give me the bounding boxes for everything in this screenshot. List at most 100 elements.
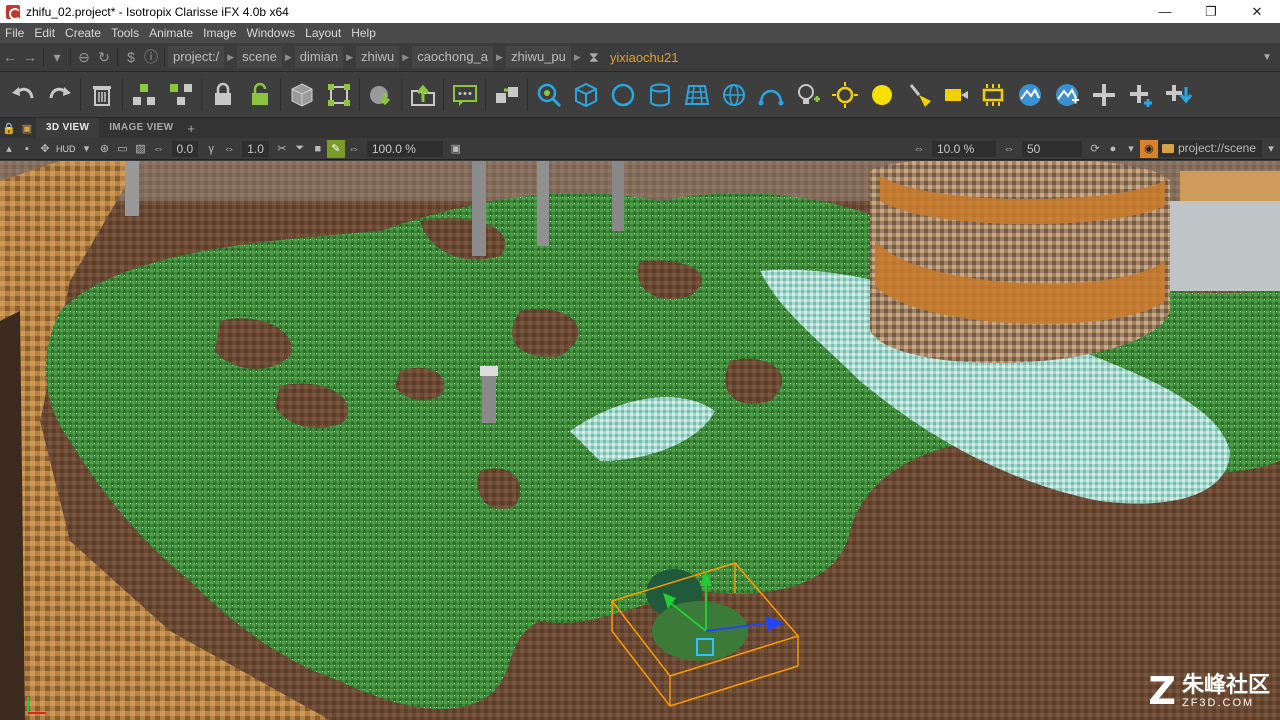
crumb-arrow-icon[interactable]: ▶ <box>346 52 353 63</box>
tools-icon[interactable]: ✂ <box>273 140 291 158</box>
lock-context-icon[interactable]: $ <box>121 49 141 65</box>
area-light-icon[interactable] <box>974 75 1011 115</box>
gamma-field[interactable]: 1.0 <box>242 140 269 157</box>
path-dropdown-icon[interactable]: ▼ <box>1262 52 1272 63</box>
shading-dropdown-icon[interactable]: ▾ <box>1122 140 1140 158</box>
crumb-arrow-icon[interactable]: ▶ <box>402 52 409 63</box>
crumb-arrow-icon[interactable]: ▶ <box>496 52 503 63</box>
maximize-button[interactable]: ❐ <box>1188 0 1234 23</box>
import-scene-icon[interactable] <box>362 75 399 115</box>
menu-animate[interactable]: Animate <box>144 23 198 43</box>
image-icon[interactable]: ▨ <box>132 140 150 158</box>
current-item[interactable]: yixiaochu21 <box>604 50 685 65</box>
panel-settings-icon[interactable]: ▣ <box>18 119 36 137</box>
save-view-icon[interactable]: ▪ <box>18 140 36 158</box>
close-button[interactable]: ✕ <box>1234 0 1280 23</box>
crumb-arrow-icon[interactable]: ▶ <box>574 52 581 63</box>
message-icon[interactable] <box>446 75 483 115</box>
curve-icon[interactable] <box>752 75 789 115</box>
sphere-icon[interactable] <box>604 75 641 115</box>
lock-icon[interactable] <box>204 75 241 115</box>
slider-handle-icon[interactable]: ⇔ <box>220 140 238 158</box>
move-tool-icon[interactable] <box>1085 75 1122 115</box>
unlock-icon[interactable] <box>241 75 278 115</box>
menu-edit[interactable]: Edit <box>29 23 60 43</box>
exposure-field[interactable]: 0.0 <box>171 140 199 157</box>
sun-light-icon[interactable] <box>826 75 863 115</box>
context-path[interactable]: project://scene <box>1157 140 1262 157</box>
light-add-icon[interactable] <box>789 75 826 115</box>
menu-layout[interactable]: Layout <box>300 23 346 43</box>
crumb-caochong[interactable]: caochong_a <box>412 46 494 68</box>
navigation-icon[interactable]: ✥ <box>36 140 54 158</box>
scatterer-search-icon[interactable] <box>530 75 567 115</box>
crumb-zhiwu[interactable]: zhiwu <box>356 46 400 68</box>
environment-light-icon[interactable] <box>1048 75 1085 115</box>
filter-icon[interactable]: ⏷ <box>291 140 309 158</box>
redo-icon[interactable] <box>41 75 78 115</box>
count-field[interactable]: 50 <box>1021 140 1082 157</box>
crumb-zhiwu-pu[interactable]: zhiwu_pu <box>505 46 571 68</box>
add-tab-button[interactable]: + <box>187 121 195 136</box>
snap-icon[interactable]: ✎ <box>326 139 345 158</box>
add-point-icon[interactable] <box>1122 75 1159 115</box>
hud-label[interactable]: HUD <box>56 144 76 154</box>
density-field[interactable]: 10.0 % <box>931 140 996 157</box>
undo-icon[interactable] <box>4 75 41 115</box>
menu-help[interactable]: Help <box>346 23 381 43</box>
camera-icon[interactable]: ■ <box>309 140 327 158</box>
menu-image[interactable]: Image <box>198 23 241 43</box>
cylinder-icon[interactable] <box>641 75 678 115</box>
tab-3d-view[interactable]: 3D VIEW <box>36 118 100 138</box>
sync-icon[interactable]: ⊖ <box>74 49 94 66</box>
point-light-icon[interactable] <box>863 75 900 115</box>
gi-light-icon[interactable] <box>1011 75 1048 115</box>
tab-image-view[interactable]: IMAGE VIEW <box>99 118 183 138</box>
zoom-field[interactable]: 100.0 % <box>366 140 443 157</box>
slider-handle-icon[interactable]: ⇔ <box>150 140 168 158</box>
crumb-scene[interactable]: scene <box>237 46 282 68</box>
distant-light-icon[interactable] <box>937 75 974 115</box>
box-icon[interactable] <box>283 75 320 115</box>
slider-handle-icon[interactable]: ⇔ <box>1000 140 1018 158</box>
crumb-dimian[interactable]: dimian <box>294 46 344 68</box>
menu-windows[interactable]: Windows <box>241 23 300 43</box>
menu-create[interactable]: Create <box>60 23 106 43</box>
panel-lock-icon[interactable]: 🔒 <box>0 119 18 137</box>
3d-viewport[interactable]: Z 朱峰社区 ZF3D.COM <box>0 161 1280 720</box>
gamma-icon[interactable]: γ <box>202 140 220 158</box>
back-arrow-icon[interactable]: ← <box>0 49 20 65</box>
display-mode-icon[interactable]: ⊛ <box>96 140 114 158</box>
crumb-project[interactable]: project:/ <box>168 46 225 68</box>
grid-icon[interactable] <box>678 75 715 115</box>
minimize-button[interactable]: — <box>1142 0 1188 23</box>
refresh-icon[interactable]: ↻ <box>94 49 114 66</box>
spot-light-icon[interactable] <box>900 75 937 115</box>
history-dropdown-icon[interactable]: ▾ <box>47 49 67 66</box>
visibility-eye-icon[interactable]: ◉ <box>1139 139 1158 158</box>
cube-icon[interactable] <box>567 75 604 115</box>
replace-icon[interactable] <box>488 75 525 115</box>
ungroup-icon[interactable] <box>162 75 199 115</box>
globe-icon[interactable] <box>715 75 752 115</box>
group-icon[interactable] <box>125 75 162 115</box>
info-icon[interactable]: ⓘ <box>141 47 161 67</box>
menu-tools[interactable]: Tools <box>106 23 144 43</box>
delete-icon[interactable] <box>83 75 120 115</box>
frame-icon[interactable]: ▣ <box>447 140 465 158</box>
open-folder-icon[interactable] <box>404 75 441 115</box>
shading-icon[interactable]: ● <box>1104 140 1122 158</box>
drop-point-icon[interactable] <box>1159 75 1196 115</box>
slider-handle-icon[interactable]: ⇔ <box>910 140 928 158</box>
context-dropdown-icon[interactable]: ▾ <box>1262 140 1280 158</box>
hud-dropdown-icon[interactable]: ▾ <box>78 140 96 158</box>
crumb-arrow-icon[interactable]: ▶ <box>285 52 292 63</box>
monitor-icon[interactable]: ▭ <box>114 140 132 158</box>
view-options-icon[interactable]: ▴ <box>0 140 18 158</box>
crumb-arrow-icon[interactable]: ▶ <box>227 52 234 63</box>
refresh-view-icon[interactable]: ⟳ <box>1086 140 1104 158</box>
forward-arrow-icon[interactable]: → <box>20 49 40 65</box>
slider-handle-icon[interactable]: ⇔ <box>345 140 363 158</box>
transform-icon[interactable] <box>320 75 357 115</box>
menu-file[interactable]: File <box>0 23 29 43</box>
